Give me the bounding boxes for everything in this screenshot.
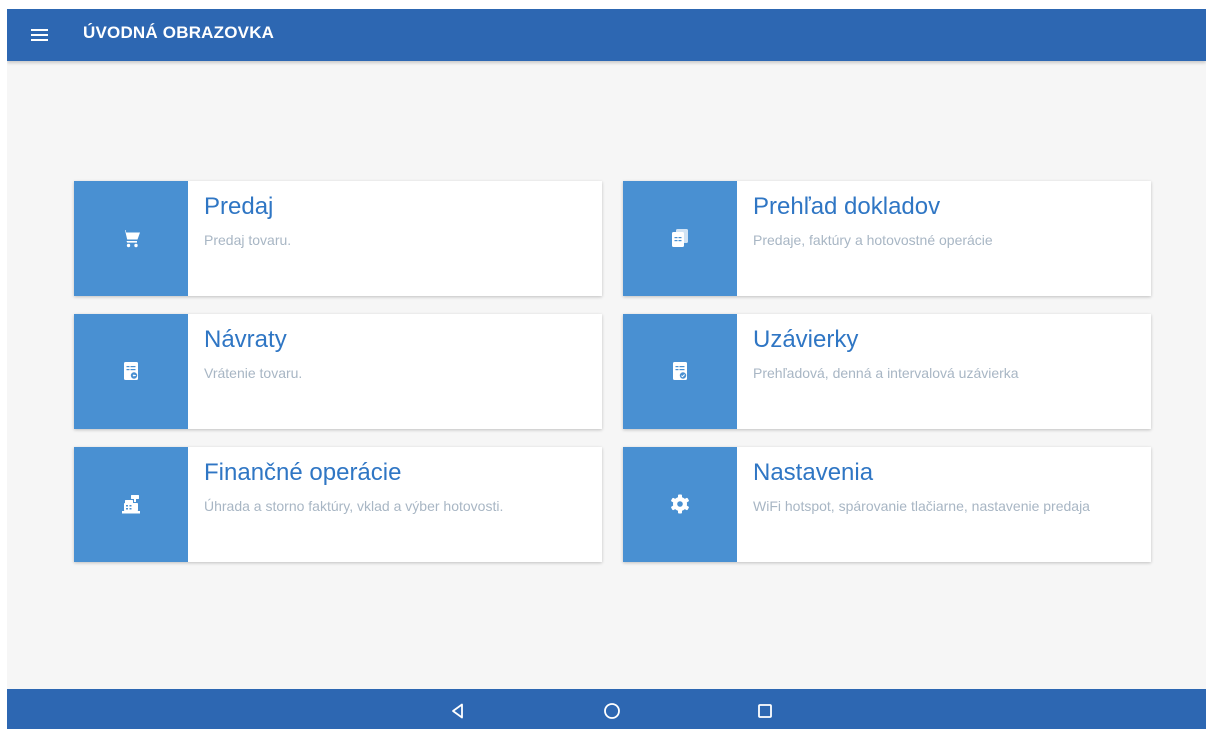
tile-icon-box (74, 314, 188, 429)
tile-nastavenia[interactable]: Nastavenia WiFi hotspot, spárovanie tlač… (623, 447, 1151, 562)
system-navigation-bar (7, 689, 1206, 729)
tile-financne-operacie[interactable]: Finančné operácie Úhrada a storno faktúr… (74, 447, 602, 562)
tile-subtitle: WiFi hotspot, spárovanie tlačiarne, nast… (753, 498, 1090, 514)
back-triangle-icon[interactable] (448, 701, 468, 721)
hamburger-menu-icon[interactable] (29, 24, 51, 46)
tile-prehlad-dokladov[interactable]: Prehľad dokladov Predaje, faktúry a hoto… (623, 181, 1151, 296)
tile-icon-box (74, 447, 188, 562)
gear-icon (671, 494, 689, 514)
tile-subtitle: Predaj tovaru. (204, 232, 292, 248)
tile-subtitle: Prehľadová, denná a intervalová uzávierk… (753, 365, 1019, 381)
tile-uzavierky[interactable]: Uzávierky Prehľadová, denná a intervalov… (623, 314, 1151, 429)
recents-square-icon[interactable] (755, 701, 775, 721)
tile-icon-box (623, 314, 737, 429)
tile-subtitle: Predaje, faktúry a hotovostné operácie (753, 232, 993, 248)
tile-title: Finančné operácie (204, 459, 402, 486)
tile-navraty[interactable]: Návraty Vrátenie tovaru. (74, 314, 602, 429)
tile-title: Uzávierky (753, 326, 859, 353)
tile-icon-box (623, 447, 737, 562)
cash-register-icon (122, 495, 140, 514)
tile-title: Nastavenia (753, 459, 874, 486)
home-circle-icon[interactable] (602, 701, 622, 721)
tile-icon-box (623, 181, 737, 296)
tile-predaj[interactable]: Predaj Predaj tovaru. (74, 181, 602, 296)
tile-title: Návraty (204, 326, 287, 353)
app-bar: ÚVODNÁ OBRAZOVKA (7, 9, 1206, 61)
documents-icon (672, 229, 688, 247)
tile-title: Predaj (204, 193, 274, 220)
tile-icon-box (74, 181, 188, 296)
shopping-cart-icon (122, 230, 140, 248)
screen: ÚVODNÁ OBRAZOVKA Predaj Predaj tovaru. P… (7, 9, 1206, 729)
receipt-return-icon (124, 362, 138, 380)
receipt-check-icon (673, 362, 687, 380)
tile-subtitle: Vrátenie tovaru. (204, 365, 303, 381)
page-title: ÚVODNÁ OBRAZOVKA (83, 23, 275, 42)
tile-subtitle: Úhrada a storno faktúry, vklad a výber h… (204, 498, 504, 514)
tile-title: Prehľad dokladov (753, 193, 941, 220)
